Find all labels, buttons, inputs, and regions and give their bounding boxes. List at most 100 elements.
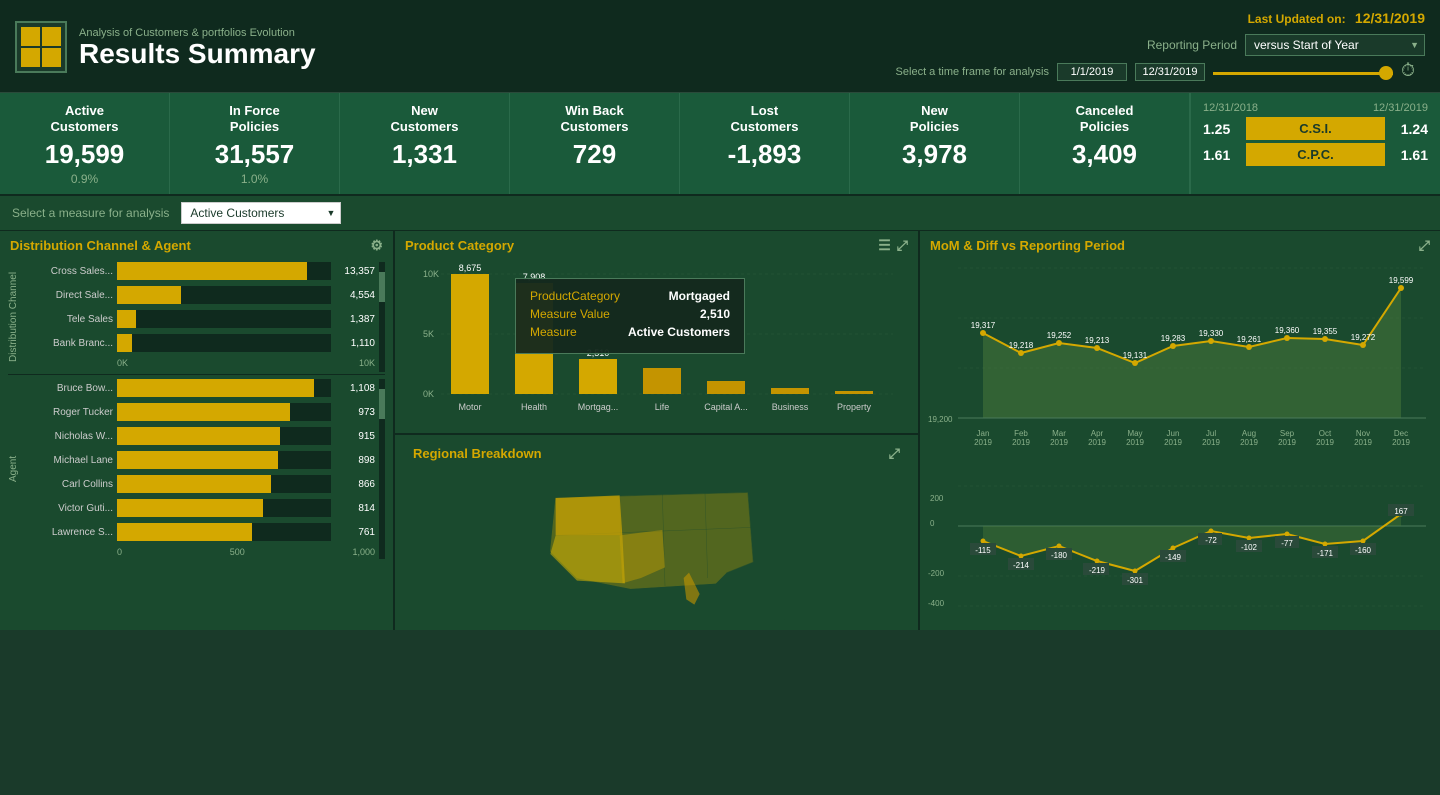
expand-icon[interactable]: ⤢ bbox=[897, 237, 908, 254]
agent-fill-2 bbox=[117, 427, 280, 445]
tooltip-val-category: Mortgaged bbox=[669, 289, 730, 303]
kpi-lost-value: -1,893 bbox=[692, 139, 837, 170]
agent-fill-1 bbox=[117, 403, 290, 421]
bar-row-agent-6: Lawrence S... 761 bbox=[23, 523, 375, 541]
svg-text:5K: 5K bbox=[423, 329, 434, 339]
tooltip-val-measure-value: 2,510 bbox=[700, 307, 730, 321]
channel-axis: 0K10K bbox=[23, 358, 375, 368]
agent-val-0: 1,108 bbox=[335, 383, 375, 394]
svg-text:Mar: Mar bbox=[1052, 429, 1066, 438]
agent-name-5: Victor Guti... bbox=[23, 503, 113, 514]
svg-text:19,200: 19,200 bbox=[928, 415, 953, 424]
kpi-winback-label: Win BackCustomers bbox=[522, 103, 667, 135]
bar-name-1: Direct Sale... bbox=[23, 290, 113, 301]
slider-thumb[interactable] bbox=[1379, 66, 1393, 80]
agent-scrollbar[interactable] bbox=[379, 379, 385, 559]
csi-bar-1: C.S.I. bbox=[1246, 117, 1385, 140]
bar-fill-0 bbox=[117, 262, 307, 280]
last-updated-value: 12/31/2019 bbox=[1355, 10, 1425, 26]
reporting-dropdown[interactable]: versus Start of Year versus Prior Year M… bbox=[1245, 34, 1425, 56]
svg-text:-72: -72 bbox=[1205, 536, 1217, 545]
mom-title-text: MoM & Diff vs Reporting Period bbox=[930, 238, 1125, 253]
left-panel-title: Distribution Channel & Agent ⚙ bbox=[0, 231, 393, 258]
reporting-dropdown-wrapper[interactable]: versus Start of Year versus Prior Year M… bbox=[1245, 34, 1425, 56]
kpi-inforce: In ForcePolicies 31,557 1.0% bbox=[170, 93, 340, 194]
product-title: Product Category ☰ ⤢ bbox=[395, 231, 918, 258]
kpi-active-customers: ActiveCustomers 19,599 0.9% bbox=[0, 93, 170, 194]
svg-text:Health: Health bbox=[521, 402, 547, 412]
agent-name-4: Carl Collins bbox=[23, 479, 113, 490]
svg-text:Jul: Jul bbox=[1206, 429, 1216, 438]
header-left: Analysis of Customers & portfolios Evolu… bbox=[15, 21, 316, 73]
svg-text:-301: -301 bbox=[1127, 576, 1144, 585]
svg-text:Life: Life bbox=[655, 402, 670, 412]
agent-bg-5 bbox=[117, 499, 331, 517]
mom-upper-svg: 19,200 19,317 19,218 bbox=[928, 258, 1428, 473]
agent-fill-5 bbox=[117, 499, 263, 517]
slider-track bbox=[1213, 72, 1393, 75]
kpi-inforce-value: 31,557 bbox=[182, 139, 327, 170]
product-section: Product Category ☰ ⤢ 10K 5K 0K bbox=[395, 231, 918, 435]
svg-text:-160: -160 bbox=[1355, 546, 1372, 555]
measure-dropdown[interactable]: Active Customers In Force Policies New C… bbox=[181, 202, 341, 224]
kpi-active-value: 19,599 bbox=[12, 139, 157, 170]
agent-name-6: Lawrence S... bbox=[23, 527, 113, 538]
regional-expand-icon[interactable]: ⤢ bbox=[889, 445, 900, 462]
svg-text:19,283: 19,283 bbox=[1161, 334, 1186, 343]
header-title-group: Analysis of Customers & portfolios Evolu… bbox=[79, 25, 316, 70]
bar-row-channel-3: Bank Branc... 1,110 bbox=[23, 334, 375, 352]
mom-title: MoM & Diff vs Reporting Period ⤢ bbox=[920, 231, 1440, 258]
timeframe-start[interactable]: 1/1/2019 bbox=[1057, 63, 1127, 81]
last-updated-label: Last Updated on: bbox=[1248, 12, 1346, 26]
channel-bars: Cross Sales... 13,357 Direct Sale... 4,5… bbox=[23, 262, 375, 372]
kpi-inforce-sub: 1.0% bbox=[182, 172, 327, 186]
svg-text:19,272: 19,272 bbox=[1351, 333, 1376, 342]
bar-bg-2 bbox=[117, 310, 331, 328]
channel-scrollbar[interactable] bbox=[379, 262, 385, 372]
mom-expand-icon[interactable]: ⤢ bbox=[1419, 237, 1430, 254]
svg-text:8,675: 8,675 bbox=[459, 263, 482, 273]
agent-val-2: 915 bbox=[335, 431, 375, 442]
svg-text:-219: -219 bbox=[1089, 566, 1106, 575]
svg-text:Business: Business bbox=[772, 402, 809, 412]
bar-bg-1 bbox=[117, 286, 331, 304]
agent-bg-3 bbox=[117, 451, 331, 469]
svg-text:May: May bbox=[1127, 429, 1142, 438]
timeframe-end[interactable]: 12/31/2019 bbox=[1135, 63, 1205, 81]
svg-text:-102: -102 bbox=[1241, 543, 1258, 552]
bar-val-0: 13,357 bbox=[335, 266, 375, 277]
bar-row-channel-1: Direct Sale... 4,554 bbox=[23, 286, 375, 304]
timeframe-slider[interactable] bbox=[1213, 70, 1393, 75]
agent-fill-0 bbox=[117, 379, 314, 397]
svg-text:167: 167 bbox=[1394, 507, 1408, 516]
svg-text:Aug: Aug bbox=[1242, 429, 1256, 438]
svg-text:0K: 0K bbox=[423, 389, 434, 399]
agent-bg-6 bbox=[117, 523, 331, 541]
agent-fill-3 bbox=[117, 451, 278, 469]
regional-title-text: Regional Breakdown bbox=[413, 446, 542, 461]
bar-row-agent-2: Nicholas W... 915 bbox=[23, 427, 375, 445]
filter-icon[interactable]: ⚙ bbox=[370, 237, 383, 254]
channel-axis-label: Distribution Channel bbox=[8, 262, 19, 372]
kpi-canceled-label: CanceledPolicies bbox=[1032, 103, 1177, 135]
mom-upper-chart: 19,200 19,317 19,218 bbox=[920, 258, 1440, 476]
svg-text:Property: Property bbox=[837, 402, 872, 412]
product-chart-area: 10K 5K 0K 8,675 Motor 7,908 Health bbox=[395, 258, 918, 433]
agent-axis: 05001,000 bbox=[23, 547, 375, 557]
bar-row-channel-2: Tele Sales 1,387 bbox=[23, 310, 375, 328]
kpi-canceled-value: 3,409 bbox=[1032, 139, 1177, 170]
reporting-label: Reporting Period bbox=[1147, 38, 1237, 52]
svg-text:-77: -77 bbox=[1281, 539, 1293, 548]
agent-fill-6 bbox=[117, 523, 252, 541]
regional-section: Regional Breakdown ⤢ bbox=[395, 435, 918, 630]
svg-text:-171: -171 bbox=[1317, 549, 1334, 558]
header: Analysis of Customers & portfolios Evolu… bbox=[0, 0, 1440, 93]
tooltip-key-measure-value: Measure Value bbox=[530, 307, 610, 321]
product-title-text: Product Category bbox=[405, 238, 514, 253]
measure-dropdown-wrapper[interactable]: Active Customers In Force Policies New C… bbox=[181, 202, 341, 224]
kpi-new-customers: NewCustomers 1,331 bbox=[340, 93, 510, 194]
table-icon[interactable]: ☰ bbox=[878, 237, 891, 254]
mom-lower-svg: -115 -214 -180 -219 -301 -149 -72 -102 -… bbox=[928, 476, 1428, 621]
svg-text:Apr: Apr bbox=[1091, 429, 1104, 438]
agent-axis-label: Agent bbox=[8, 379, 19, 559]
